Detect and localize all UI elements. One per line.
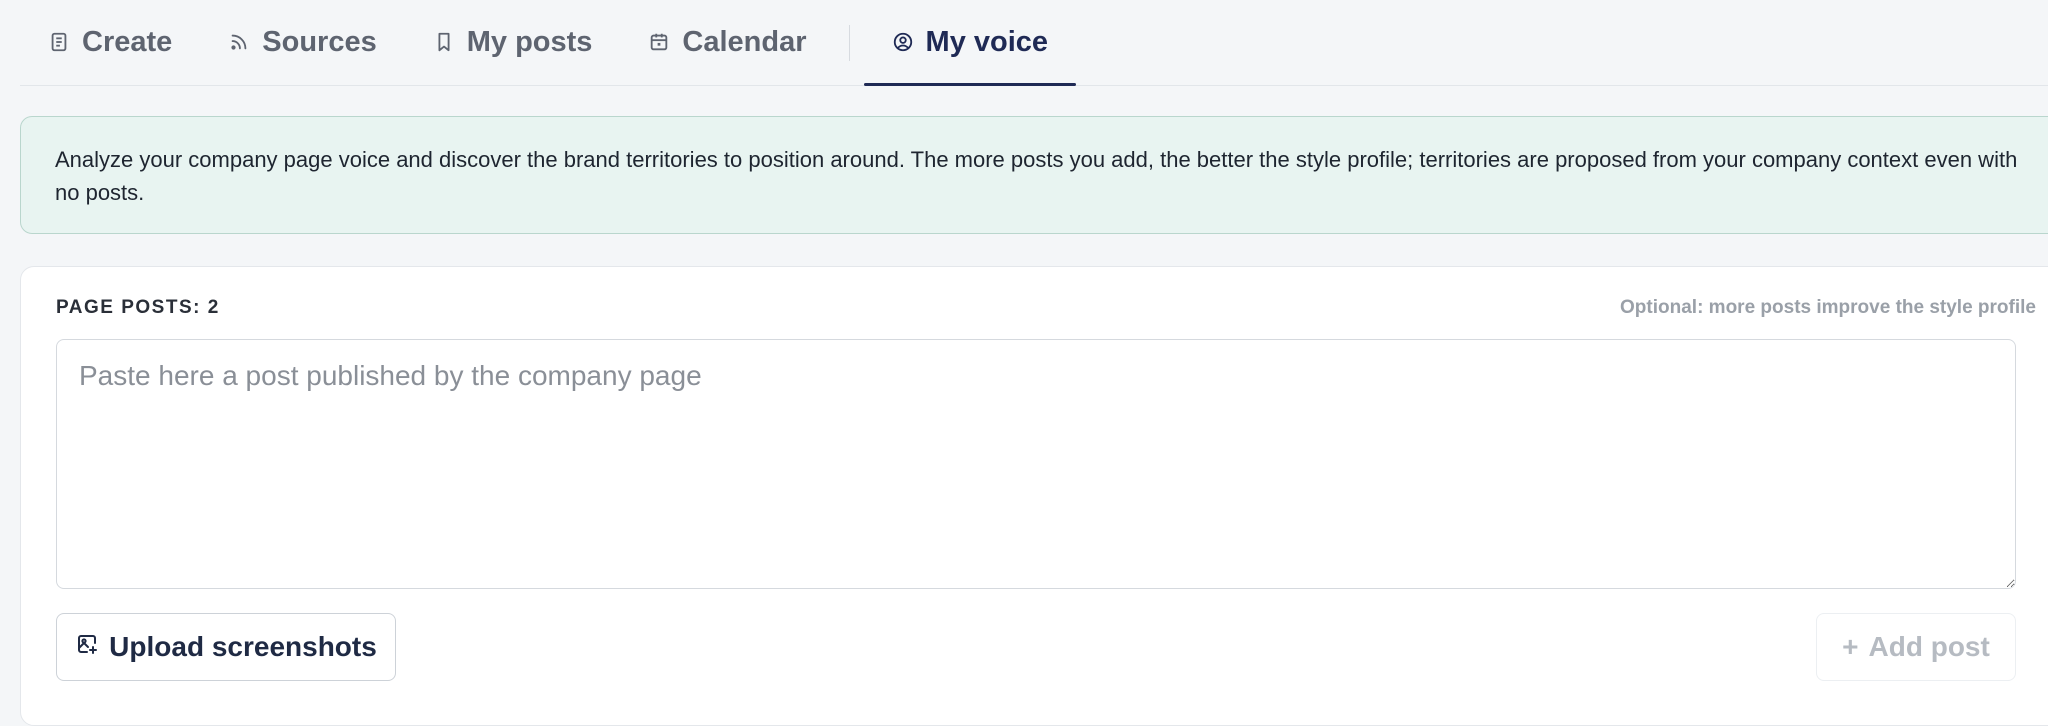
plus-icon: + — [1842, 631, 1859, 662]
page-posts-card: PAGE POSTS: 2 Optional: more posts impro… — [20, 266, 2048, 726]
image-upload-icon — [75, 631, 99, 663]
tab-calendar[interactable]: Calendar — [620, 0, 834, 85]
tab-my-voice[interactable]: My voice — [863, 0, 1077, 86]
user-circle-icon — [892, 31, 914, 53]
posts-count-label: PAGE POSTS: 2 — [56, 297, 220, 318]
rss-icon — [228, 31, 250, 53]
tab-create-label: Create — [82, 25, 173, 58]
post-textarea[interactable] — [56, 339, 2016, 589]
tab-calendar-label: Calendar — [682, 25, 807, 58]
tab-my-voice-label: My voice — [925, 25, 1049, 58]
calendar-icon — [648, 31, 670, 53]
document-icon — [48, 31, 70, 53]
upload-screenshots-label: Upload screenshots — [109, 631, 377, 662]
bookmark-icon — [433, 31, 455, 53]
tab-sources-label: Sources — [262, 25, 377, 58]
upload-screenshots-button[interactable]: Upload screenshots — [56, 613, 396, 681]
tab-bar: Create Sources My posts Calendar My voic… — [20, 0, 2048, 86]
tab-my-posts-label: My posts — [466, 25, 593, 58]
info-banner: Analyze your company page voice and disc… — [20, 116, 2048, 234]
add-post-button[interactable]: + Add post — [1816, 613, 2016, 681]
optional-note: Optional: more posts improve the style p… — [1620, 297, 2036, 318]
tab-divider — [848, 24, 850, 61]
tab-sources[interactable]: Sources — [200, 0, 404, 85]
add-post-label: Add post — [1868, 631, 1990, 662]
tab-create[interactable]: Create — [20, 0, 200, 85]
card-header: PAGE POSTS: 2 Optional: more posts impro… — [56, 297, 2036, 319]
tab-my-posts[interactable]: My posts — [405, 0, 621, 85]
